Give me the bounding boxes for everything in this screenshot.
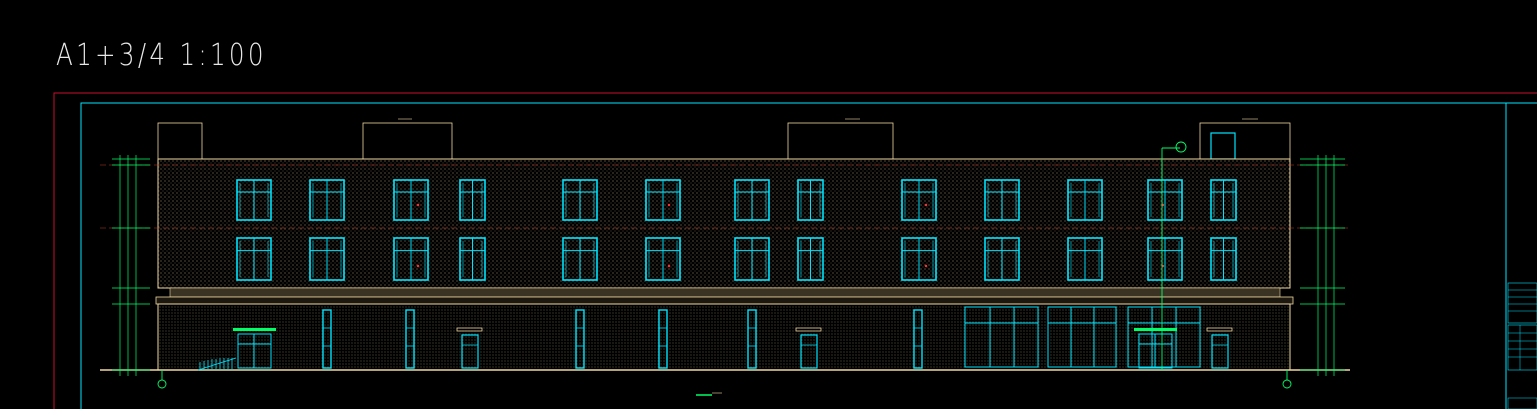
entrance-canopy-right (1134, 328, 1177, 331)
dimension-chain-right (1300, 155, 1345, 376)
red-marker (924, 264, 928, 268)
roof-structures (157, 122, 1291, 160)
grid-axis-bubble (157, 370, 1292, 389)
elevation-drawing-canvas (53, 92, 1537, 409)
cornice-band (169, 287, 1281, 298)
entrance-canopy-left (233, 328, 276, 331)
elevation-title-marker (696, 392, 722, 396)
cornice-ledge (155, 296, 1294, 305)
red-marker (667, 264, 671, 268)
ground-wall (157, 303, 1291, 371)
red-marker (416, 264, 420, 268)
roof-stair-window (1210, 132, 1236, 160)
red-marker (667, 203, 671, 207)
red-marker (416, 203, 420, 207)
dimension-chain-left (112, 155, 150, 376)
title-block (1507, 282, 1537, 409)
red-marker (924, 203, 928, 207)
upper-wall (157, 158, 1291, 289)
